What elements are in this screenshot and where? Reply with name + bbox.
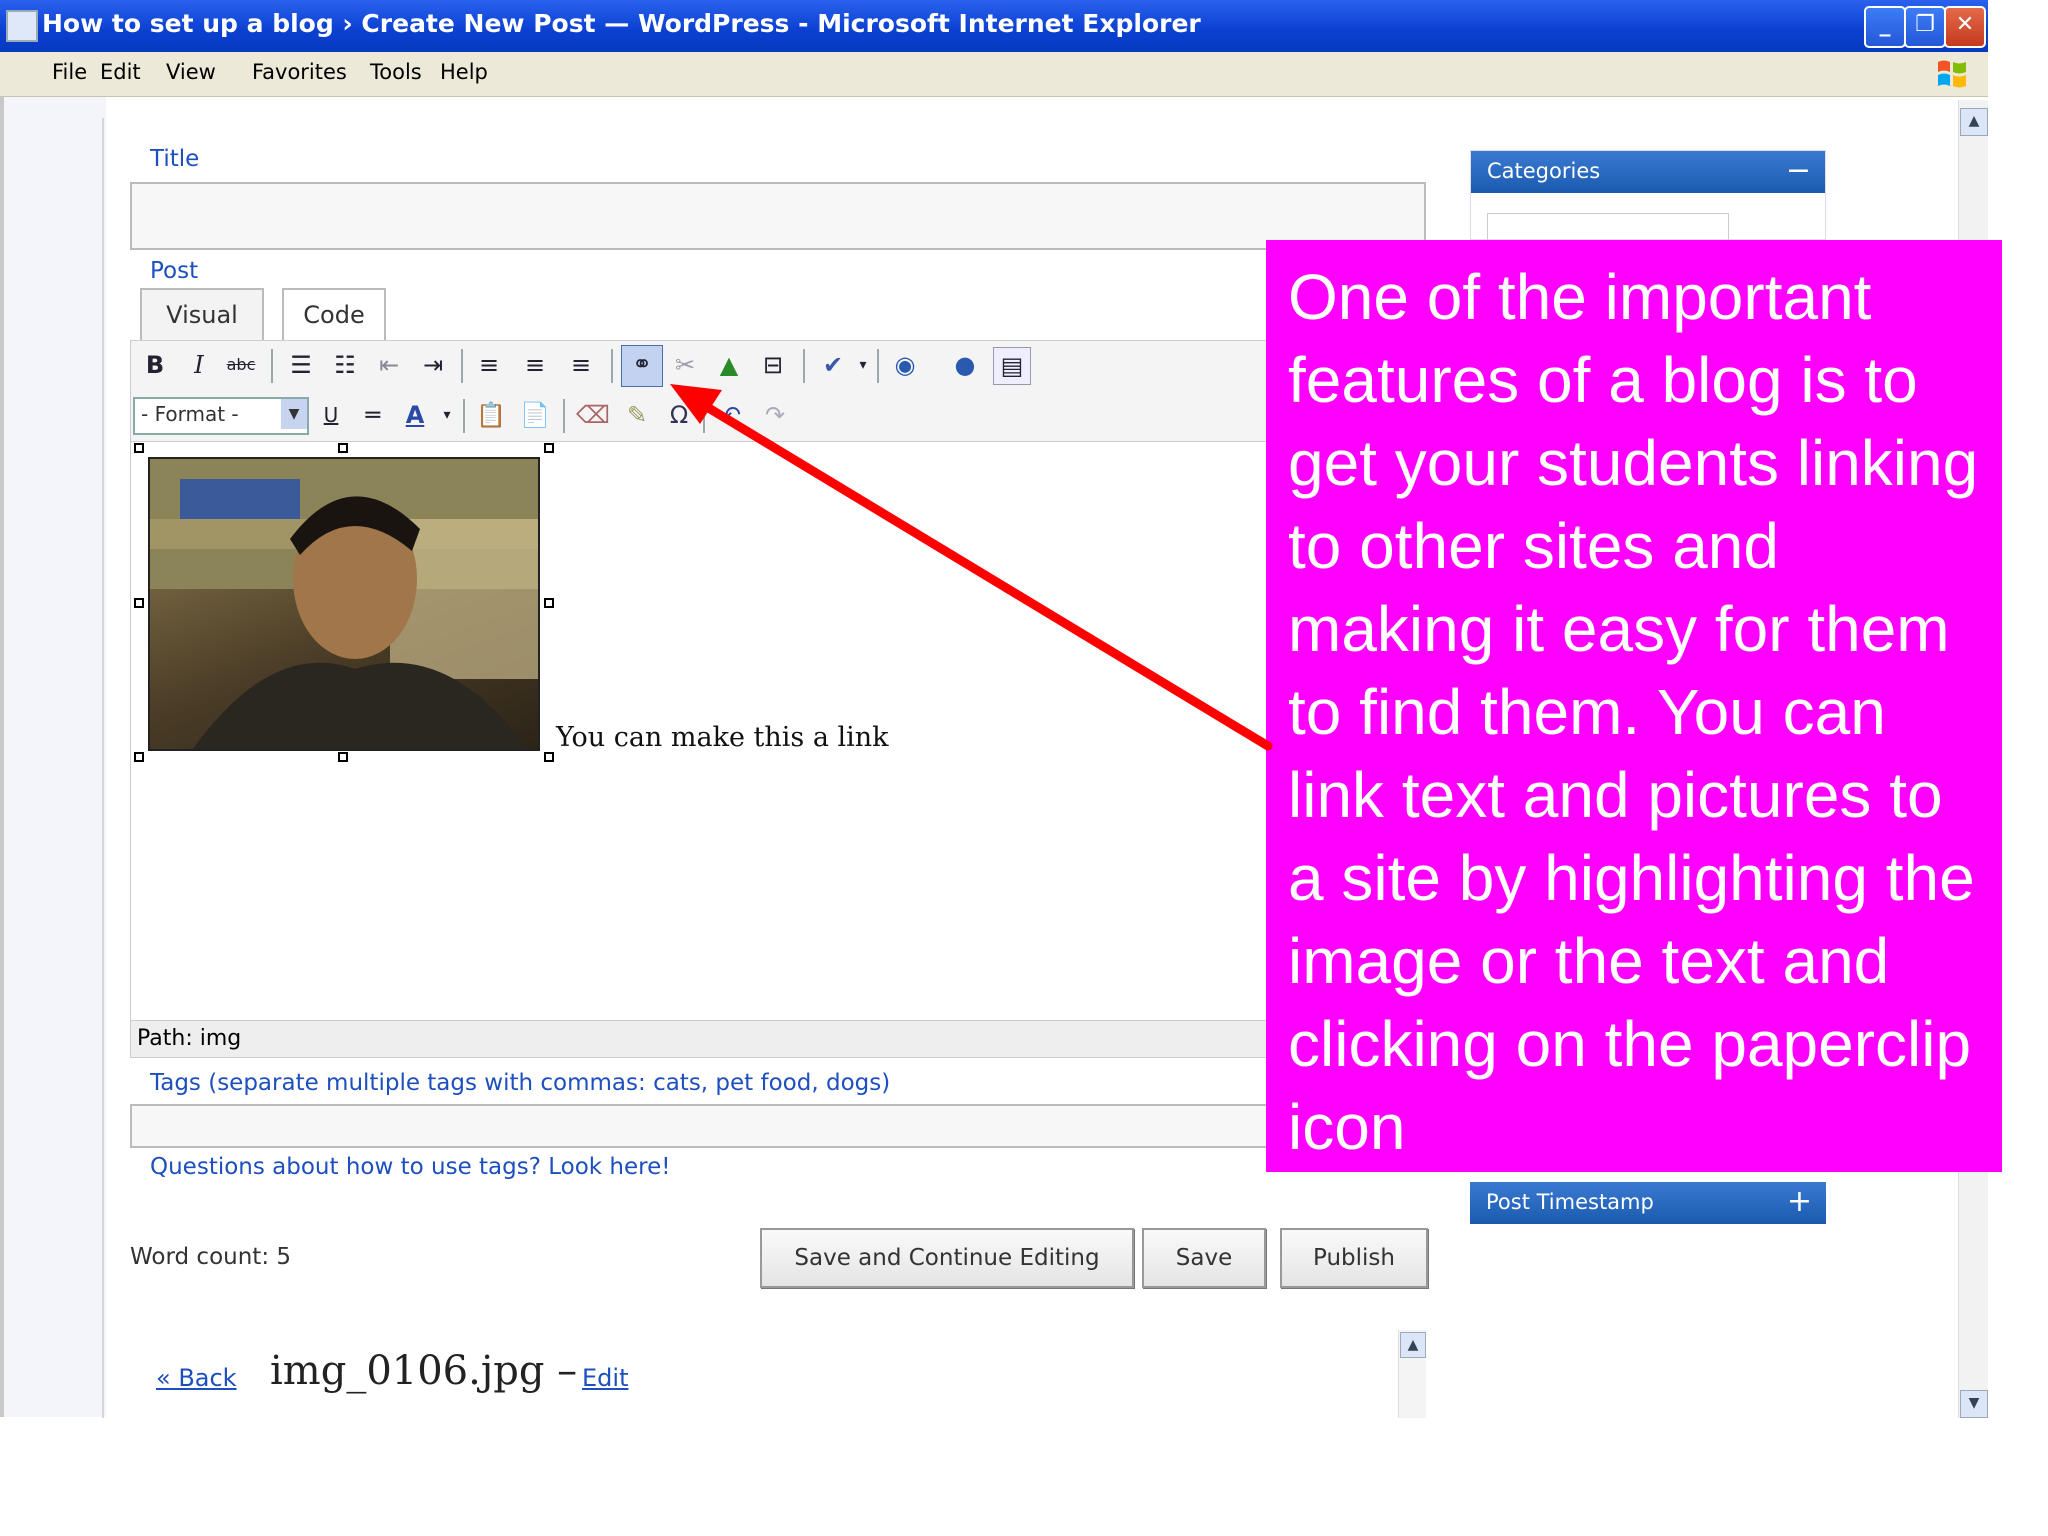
callout-arrow-icon [670, 384, 1273, 751]
